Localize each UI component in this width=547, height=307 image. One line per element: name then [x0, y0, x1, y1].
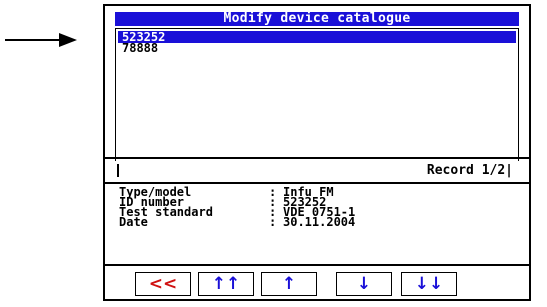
record-counter: Record 1/2| [426, 163, 513, 178]
divider [105, 264, 529, 266]
double-left-icon: << [148, 274, 178, 294]
device-screen: Modify device catalogue 523252 78888 Rec… [103, 4, 531, 301]
navigation-bar: << ↑↑ ↑ ↓ ↓↓ [115, 272, 519, 298]
double-down-icon: ↓↓ [414, 274, 444, 294]
page-up-button[interactable]: ↑↑ [198, 272, 254, 296]
device-details: Type/model: Infu FM ID number:523252 Test… [119, 186, 356, 229]
up-icon: ↑ [281, 274, 297, 294]
list-item[interactable]: 78888 [118, 42, 516, 54]
device-list[interactable]: 523252 78888 [115, 28, 519, 161]
detail-value: 30.11.2004 [283, 215, 356, 229]
down-button[interactable]: ↓ [336, 272, 392, 296]
divider [105, 157, 529, 159]
up-button[interactable]: ↑ [261, 272, 317, 296]
window-title: Modify device catalogue [115, 12, 519, 26]
divider [105, 182, 529, 184]
double-up-icon: ↑↑ [211, 274, 241, 294]
arrow-right-icon [5, 33, 77, 47]
down-icon: ↓ [356, 274, 372, 294]
detail-label: Date [119, 215, 148, 229]
text-cursor [117, 164, 119, 177]
page-down-button[interactable]: ↓↓ [401, 272, 457, 296]
status-bar: Record 1/2| [115, 162, 519, 180]
detail-row-date: Date:30.11.2004 [119, 215, 356, 229]
first-record-button[interactable]: << [135, 272, 191, 296]
